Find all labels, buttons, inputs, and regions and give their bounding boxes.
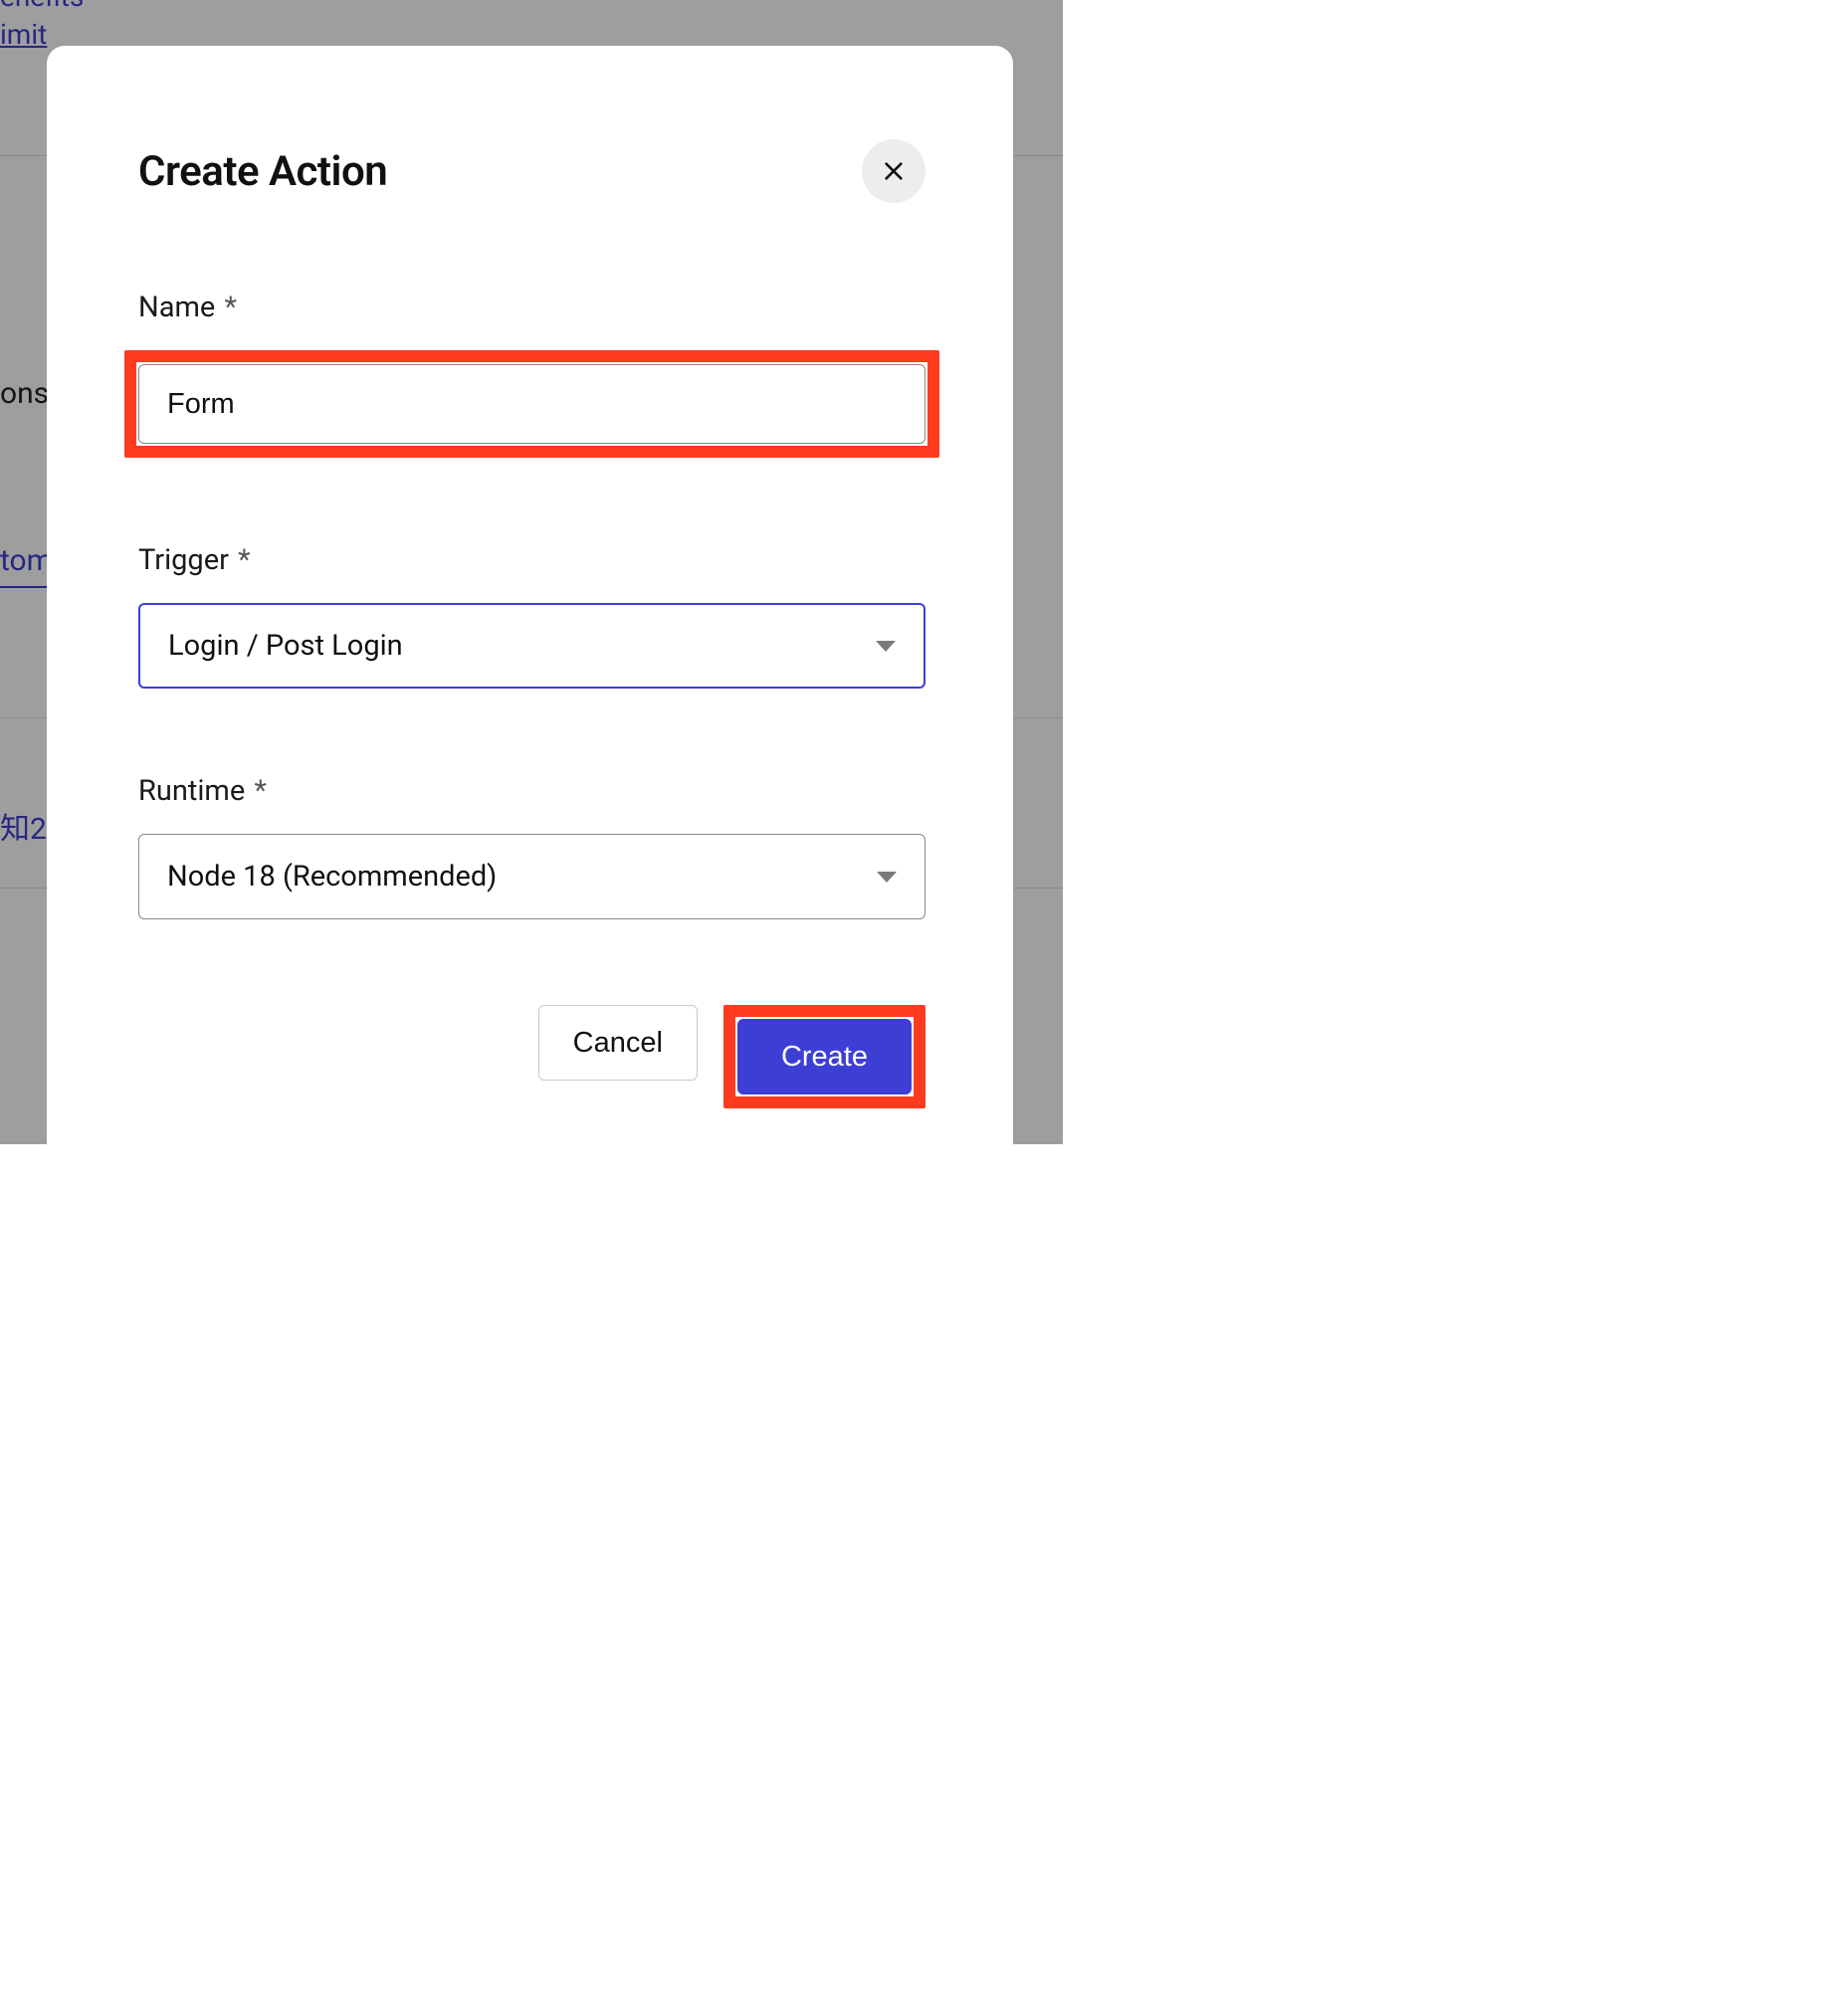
trigger-select[interactable]: Login / Post Login (138, 603, 925, 689)
modal-header: Create Action (138, 139, 925, 203)
create-button[interactable]: Create (737, 1019, 912, 1094)
name-input[interactable] (138, 364, 925, 444)
modal-actions: Cancel Create (138, 1005, 925, 1108)
runtime-value: Node 18 (Recommended) (167, 860, 497, 894)
chevron-down-icon (876, 641, 896, 652)
runtime-label: Runtime * (138, 774, 925, 808)
trigger-field: Trigger * Login / Post Login (138, 543, 925, 689)
trigger-label: Trigger * (138, 543, 925, 577)
create-action-modal: Create Action Name * Trigger * Login / P… (47, 46, 1013, 1188)
required-asterisk: * (238, 543, 251, 577)
runtime-select[interactable]: Node 18 (Recommended) (138, 834, 925, 919)
name-label: Name * (138, 291, 925, 324)
cancel-button[interactable]: Cancel (538, 1005, 698, 1081)
runtime-field: Runtime * Node 18 (Recommended) (138, 774, 925, 919)
trigger-value: Login / Post Login (168, 629, 403, 663)
chevron-down-icon (877, 872, 897, 883)
required-asterisk: * (254, 774, 267, 808)
close-button[interactable] (862, 139, 925, 203)
modal-title: Create Action (138, 147, 387, 196)
name-label-text: Name (138, 291, 215, 324)
trigger-label-text: Trigger (138, 543, 229, 577)
required-asterisk: * (224, 291, 237, 324)
close-icon (883, 160, 905, 182)
runtime-label-text: Runtime (138, 774, 245, 808)
highlight-name-input (124, 350, 939, 458)
highlight-create-button: Create (723, 1005, 925, 1108)
name-field: Name * (138, 291, 925, 458)
